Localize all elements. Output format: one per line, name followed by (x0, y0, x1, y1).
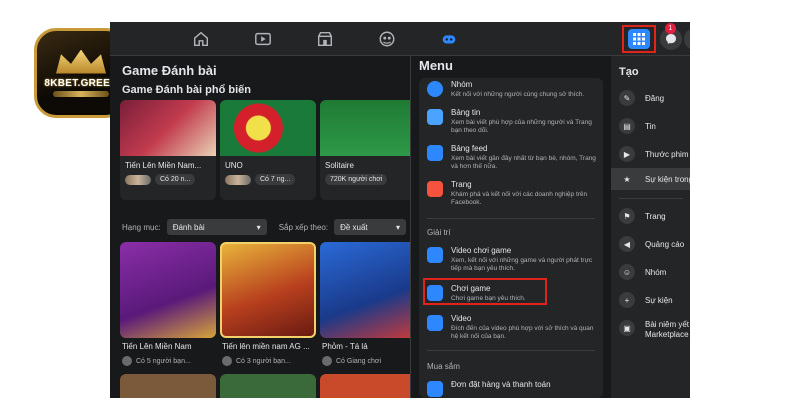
grid-icon (628, 29, 650, 49)
game-card[interactable]: Tiến Lên Miền Nam... Có 20 n... (120, 100, 216, 200)
menu-list: Nhóm Kết nối với những người cùng chung s… (419, 78, 603, 398)
menu-item-news-feed[interactable]: Bảng tin Xem bài viết phù hợp của những n… (427, 108, 597, 135)
shop-icon: ▣ (619, 320, 635, 336)
watch-icon[interactable] (254, 30, 272, 48)
game-stat: Có Giang chơi (336, 357, 382, 365)
logo-text: 8KBET.GREEN (44, 77, 118, 89)
star-icon: ★ (619, 171, 635, 187)
create-title: Tạo (619, 66, 639, 78)
menu-item-orders-payments[interactable]: Đơn đặt hàng và thanh toán (427, 380, 597, 397)
category-shopping: Mua sắm (427, 362, 460, 371)
game-card[interactable]: Solitaire 720K người chơi (320, 100, 416, 200)
groups-icon[interactable] (378, 30, 396, 48)
game-tile[interactable] (320, 374, 416, 398)
flag-icon: ⚑ (619, 208, 635, 224)
create-column: Tạo ✎ Đăng ▤ Tin ▶ Thước phim ★ Sự kiện tron… (611, 56, 690, 398)
game-name: Phỏm - Tá lả (322, 342, 368, 351)
feeds-icon (427, 145, 443, 161)
facebook-window: 1 Game Đánh bài Game Đánh bài phổ biến T… (110, 22, 690, 398)
menu-grid-button[interactable] (622, 25, 656, 53)
game-card[interactable]: UNO Có 7 ng... (220, 100, 316, 200)
game-stat: Có 3 người bạn... (236, 357, 291, 365)
menu-item-groups[interactable]: Nhóm Kết nối với những người cùng chung s… (427, 80, 597, 99)
top-nav-bar: 1 (110, 22, 690, 56)
create-story[interactable]: ▤ Tin (619, 118, 656, 134)
create-life-event[interactable]: ★ Sự kiện trong (611, 168, 690, 190)
create-group[interactable]: ☺ Nhóm (619, 264, 666, 280)
chevron-down-icon: ▾ (396, 222, 401, 232)
page-title: Game Đánh bài (122, 63, 217, 78)
menu-item-feeds[interactable]: Bảng feed Xem bài viết gần đây nhất từ bạ… (427, 144, 597, 171)
sort-label: Sắp xếp theo: (278, 222, 329, 232)
orders-icon (427, 381, 443, 397)
logo-band (53, 90, 109, 97)
menu-item-gaming-video[interactable]: Video chơi game Xem, kết nối với những ga… (427, 246, 597, 273)
menu-item-play-games[interactable]: Chơi game Chơi game bạn yêu thích. (427, 284, 597, 303)
game-tile[interactable] (220, 374, 316, 398)
calendar-icon: + (619, 292, 635, 308)
section-title: Game Đánh bài phổ biến (122, 84, 251, 96)
sort-select[interactable]: Đề xuất ▾ (334, 219, 407, 235)
create-ad[interactable]: ◀ Quảng cáo (619, 236, 684, 252)
game-tile[interactable] (120, 242, 216, 338)
messenger-badge: 1 (665, 23, 676, 34)
book-icon: ▤ (619, 118, 635, 134)
category-select[interactable]: Đánh bài ▾ (166, 219, 267, 235)
game-name: Tiến lên miền nam AG ... (222, 342, 310, 351)
news-feed-icon (427, 109, 443, 125)
gaming-video-icon (427, 247, 443, 263)
game-panel: Game Đánh bài Game Đánh bài phổ biến Tiế… (110, 56, 416, 398)
create-page[interactable]: ⚑ Trang (619, 208, 666, 224)
divider (619, 198, 683, 199)
game-name: Tiến Lên Miền Nam (122, 342, 192, 351)
controller-icon (427, 285, 443, 301)
create-event[interactable]: + Sự kiện (619, 292, 673, 308)
divider (427, 350, 595, 351)
groups-icon (427, 81, 443, 97)
game-tile[interactable] (320, 242, 416, 338)
menu-title: Menu (419, 58, 453, 73)
groups-icon: ☺ (619, 264, 635, 280)
flag-icon (427, 181, 443, 197)
menu-panel: Menu Nhóm Kết nối với những người cùng ch… (410, 56, 690, 398)
gaming-icon[interactable] (440, 30, 458, 48)
game-tile[interactable] (220, 242, 316, 338)
video-icon (427, 315, 443, 331)
megaphone-icon: ◀ (619, 236, 635, 252)
menu-item-pages[interactable]: Trang Khám phá và kết nối với các doanh n… (427, 180, 597, 207)
edit-icon: ✎ (619, 90, 635, 106)
divider (427, 218, 595, 219)
category-label: Hạng mục: (122, 222, 161, 232)
home-icon[interactable] (192, 30, 210, 48)
create-marketplace-listing[interactable]: ▣ Bài niêm yết Marketplace (619, 320, 690, 340)
filter-bar: Hạng mục: Đánh bài ▾ Sắp xếp theo: Đề xuấ… (122, 219, 407, 235)
reel-icon: ▶ (619, 146, 635, 162)
game-tile[interactable] (120, 374, 216, 398)
chevron-down-icon: ▾ (256, 222, 261, 232)
crown-icon (56, 49, 106, 74)
marketplace-icon[interactable] (316, 30, 334, 48)
game-stat: Có 5 người bạn... (136, 357, 191, 365)
messenger-icon (666, 34, 676, 44)
category-entertainment: Giải trí (427, 228, 451, 237)
menu-item-video[interactable]: Video Đích đến của video phù hợp với sở t… (427, 314, 597, 341)
notifications-button[interactable] (684, 28, 690, 50)
create-post[interactable]: ✎ Đăng (619, 90, 664, 106)
create-reel[interactable]: ▶ Thước phim (619, 146, 689, 162)
